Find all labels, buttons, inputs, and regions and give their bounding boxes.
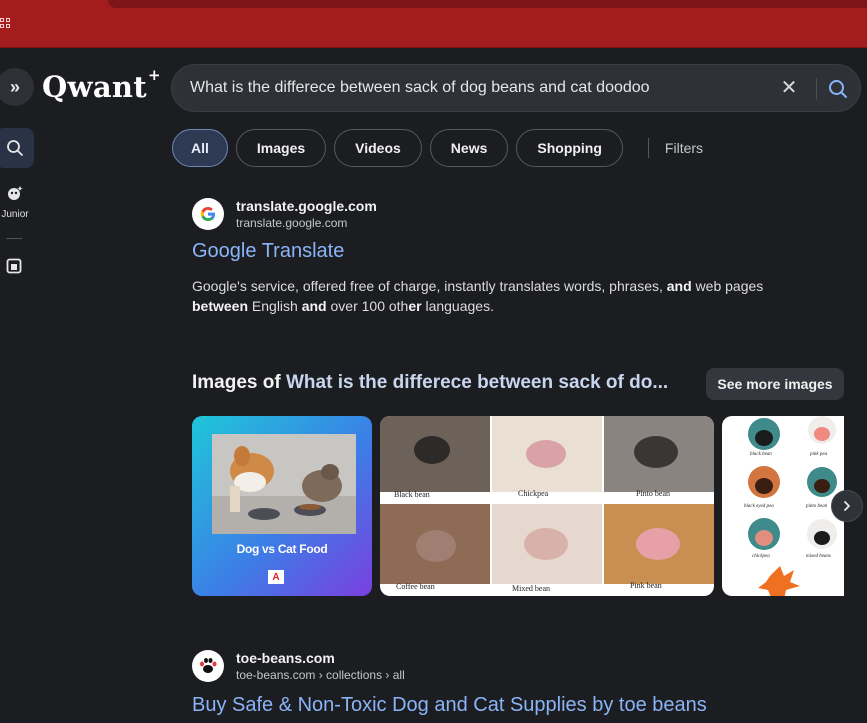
- paw-label: pink pea: [810, 452, 828, 457]
- rail-divider: [6, 238, 22, 239]
- snippet-fragment: er: [408, 298, 422, 314]
- snippet-fragment: English: [248, 298, 302, 314]
- image-carousel-next-button[interactable]: [831, 490, 863, 522]
- double-chevron-right-icon: »: [9, 76, 20, 97]
- images-section-heading: Images of What is the differece between …: [192, 372, 668, 394]
- tabs-separator: [647, 138, 649, 158]
- snippet-fragment: Google's service, offered free of charge…: [192, 278, 667, 294]
- rail-tabs-button[interactable]: [6, 258, 22, 279]
- close-icon: ✕: [780, 77, 798, 99]
- junior-mascot-icon: [8, 186, 23, 200]
- result-site-name[interactable]: translate.google.com: [236, 198, 377, 214]
- search-icon: [7, 140, 23, 156]
- paw-label: mixed beans: [806, 554, 831, 559]
- result-title[interactable]: Buy Safe & Non-Toxic Dog and Cat Supplie…: [192, 694, 707, 717]
- browser-tab-edge: [108, 0, 867, 8]
- search-input[interactable]: [190, 65, 770, 111]
- tabs-icon: [6, 258, 22, 274]
- snippet-fragment: and: [666, 278, 692, 294]
- paw-label: black bean: [750, 452, 772, 457]
- rail-search-button[interactable]: [0, 128, 34, 168]
- result-title[interactable]: Google Translate: [192, 240, 344, 263]
- rail-junior-button[interactable]: Junior: [0, 184, 30, 220]
- paw-label: Chickpea: [518, 489, 549, 498]
- see-more-images-button[interactable]: See more images: [706, 368, 844, 400]
- search-tabs: All Images Videos News Shopping Filters: [172, 129, 703, 167]
- expand-sidebar-button[interactable]: »: [0, 68, 34, 106]
- search-result: toe-beans.com toe-beans.com › collection…: [192, 650, 852, 723]
- search-result: translate.google.com translate.google.co…: [192, 198, 832, 318]
- search-icon: [829, 80, 847, 98]
- junior-label: Junior: [1, 209, 29, 220]
- snippet-fragment: over 100 oth: [326, 298, 409, 314]
- paw-label: Coffee bean: [396, 582, 435, 591]
- images-heading-prefix: Images of: [192, 372, 286, 393]
- result-snippet: Google's service, offered free of charge…: [192, 276, 812, 316]
- logo-text: Qwant: [42, 70, 147, 104]
- snippet-fragment: and: [301, 298, 327, 314]
- search-bar: ✕: [171, 64, 861, 112]
- tab-videos[interactable]: Videos: [334, 129, 422, 167]
- snippet-fragment: between: [192, 298, 249, 314]
- snippet-fragment: languages.: [421, 298, 494, 314]
- image-thumbnail-dog-vs-cat-food[interactable]: Dog vs Cat Food A: [192, 416, 372, 596]
- paw-beans-grid-image: [380, 416, 714, 584]
- image-thumbnail-paw-illustrations[interactable]: black bean pink pea black eyed pea pinto be…: [722, 416, 844, 596]
- paw-label: black eyed pea: [744, 504, 774, 509]
- search-submit-button[interactable]: [826, 77, 850, 101]
- google-g-icon: [200, 207, 215, 221]
- paw-label: pinto bean: [806, 504, 828, 509]
- tab-images[interactable]: Images: [235, 129, 327, 167]
- paw-label: Mixed bean: [512, 584, 550, 593]
- dog-vs-cat-food-image: [192, 416, 372, 596]
- chevron-right-icon: [844, 501, 850, 511]
- left-rail: » Junior: [0, 48, 36, 723]
- images-heading-query: What is the differece between sack of do…: [285, 372, 669, 393]
- paw-label: Black bean: [394, 490, 430, 499]
- paw-label: chickpea: [752, 554, 770, 559]
- browser-toolbar: [0, 0, 867, 48]
- tab-shopping[interactable]: Shopping: [516, 129, 623, 167]
- qwant-logo[interactable]: Qwant+: [42, 66, 161, 104]
- apps-grid-icon[interactable]: [0, 18, 12, 30]
- favicon: [192, 650, 224, 682]
- paw-label: Pink bean: [630, 581, 662, 590]
- paw-label: Pinto bean: [636, 489, 670, 498]
- image-thumbnail-paw-beans-grid[interactable]: Black bean Chickpea Pinto bean Coffee bean M…: [380, 416, 714, 596]
- result-url[interactable]: translate.google.com: [236, 216, 347, 230]
- logo-sparkle: +: [148, 66, 161, 85]
- clear-search-button[interactable]: ✕: [778, 77, 800, 99]
- image-caption: Dog vs Cat Food: [236, 542, 328, 556]
- tab-news[interactable]: News: [429, 129, 509, 167]
- brand-badge: A: [268, 570, 284, 584]
- favicon: [192, 198, 224, 230]
- result-site-name[interactable]: toe-beans.com: [236, 650, 335, 666]
- filters-button[interactable]: Filters: [665, 140, 703, 156]
- search-divider: [816, 78, 817, 100]
- brand-badge-letter: A: [272, 571, 280, 583]
- snippet-fragment: web pages: [691, 278, 764, 294]
- paw-print-icon: [200, 658, 217, 673]
- tab-all[interactable]: All: [172, 129, 228, 167]
- result-url[interactable]: toe-beans.com › collections › all: [236, 668, 405, 682]
